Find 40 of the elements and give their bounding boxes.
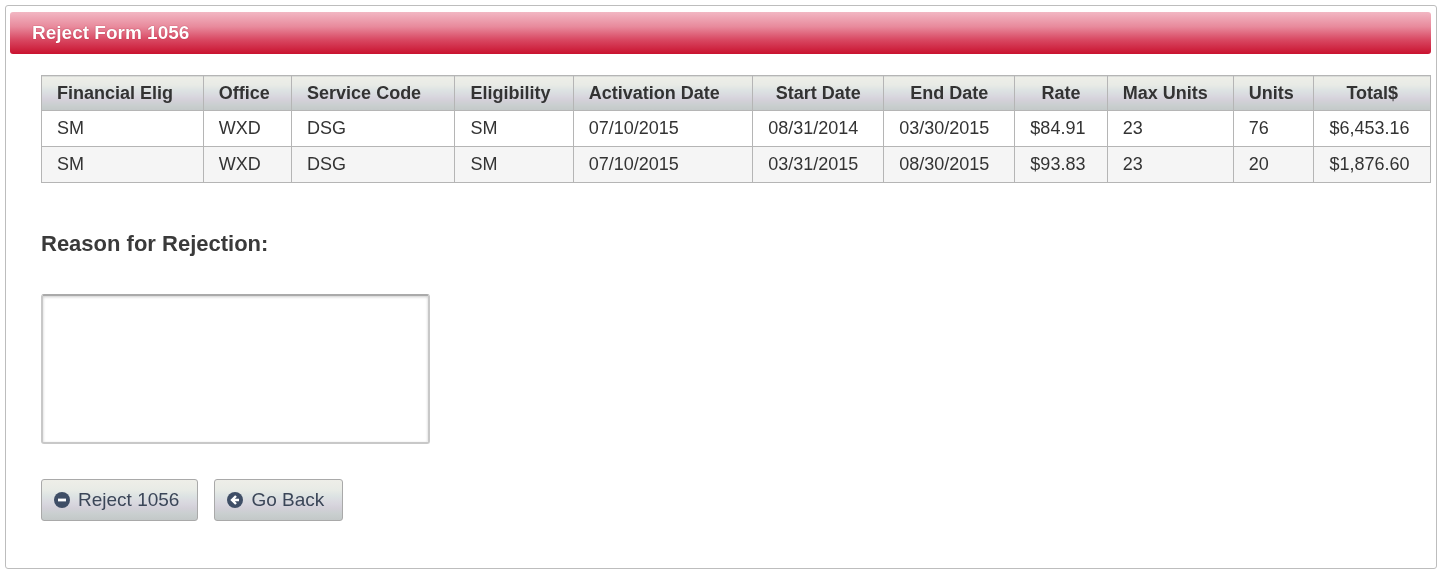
arrow-left-circle-icon bbox=[227, 492, 244, 508]
column-header: Eligibility bbox=[454, 75, 574, 111]
table-cell: 08/30/2015 bbox=[883, 146, 1015, 183]
table-cell: DSG bbox=[291, 110, 455, 147]
table-cell: SM bbox=[454, 110, 574, 147]
column-header: Financial Elig bbox=[41, 75, 204, 111]
column-header: Units bbox=[1233, 75, 1314, 111]
table-cell: 03/31/2015 bbox=[752, 146, 884, 183]
table-cell: $6,453.16 bbox=[1313, 110, 1431, 147]
table-cell: $1,876.60 bbox=[1313, 146, 1431, 183]
column-header: Start Date bbox=[752, 75, 884, 111]
table-cell: 76 bbox=[1233, 110, 1314, 147]
column-header: Max Units bbox=[1107, 75, 1234, 111]
table-cell: DSG bbox=[291, 146, 455, 183]
back-button[interactable]: Go Back bbox=[214, 479, 344, 521]
table-cell: 20 bbox=[1233, 146, 1314, 183]
minus-circle-icon bbox=[54, 492, 70, 508]
table-cell: 07/10/2015 bbox=[573, 146, 753, 183]
table-cell: WXD bbox=[203, 146, 292, 183]
reason-label: Reason for Rejection: bbox=[41, 231, 269, 257]
reject-button[interactable]: Reject 1056 bbox=[41, 479, 199, 521]
column-header: Activation Date bbox=[573, 75, 753, 111]
table-cell: SM bbox=[41, 110, 204, 147]
table-cell: 08/31/2014 bbox=[752, 110, 884, 147]
table-cell: 23 bbox=[1107, 146, 1234, 183]
table-cell: $93.83 bbox=[1014, 146, 1108, 183]
reason-field[interactable] bbox=[41, 294, 430, 444]
column-header: Rate bbox=[1014, 75, 1108, 111]
column-header: Service Code bbox=[291, 75, 455, 111]
table-cell: 03/30/2015 bbox=[883, 110, 1015, 147]
table-cell: WXD bbox=[203, 110, 292, 147]
column-header: Office bbox=[203, 75, 292, 111]
panel-title: Reject Form 1056 bbox=[10, 12, 1431, 54]
table-cell: $84.91 bbox=[1014, 110, 1108, 147]
table-cell: SM bbox=[41, 146, 204, 183]
table-cell: 07/10/2015 bbox=[573, 110, 753, 147]
column-header: End Date bbox=[883, 75, 1015, 111]
column-header: Total$ bbox=[1313, 75, 1431, 111]
table-cell: 23 bbox=[1107, 110, 1234, 147]
table-cell: SM bbox=[454, 146, 574, 183]
